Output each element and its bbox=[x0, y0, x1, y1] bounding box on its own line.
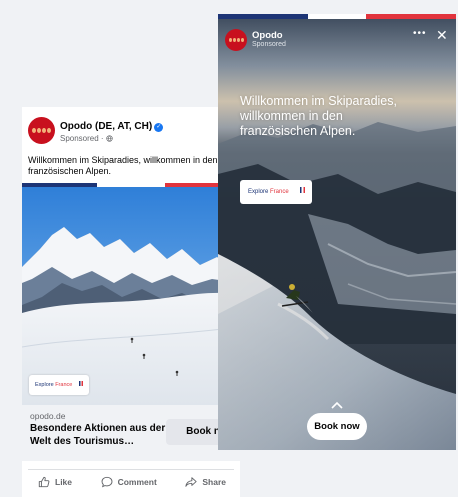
feed-post-card: Opodo (DE, AT, CH)✓ Sponsored · ••• Will… bbox=[22, 107, 240, 497]
post-header: Opodo (DE, AT, CH)✓ Sponsored · ••• bbox=[22, 107, 240, 151]
story-badge-france-text: France bbox=[270, 189, 289, 195]
like-label: Like bbox=[55, 476, 73, 487]
story-badge-explore-text: Explore bbox=[248, 189, 269, 195]
chevron-up-icon[interactable] bbox=[331, 401, 343, 409]
french-flag-icon bbox=[300, 187, 305, 193]
story-ski-image bbox=[218, 14, 456, 450]
opodo-logo-icon bbox=[228, 38, 244, 42]
page-name-row[interactable]: Opodo (DE, AT, CH) ✓ bbox=[60, 121, 164, 132]
like-icon bbox=[38, 476, 50, 487]
story-sponsored-label: Sponsored bbox=[252, 41, 286, 48]
french-flag-icon bbox=[79, 381, 83, 386]
share-label: Share bbox=[202, 476, 226, 487]
explore-france-badge: Explore France bbox=[29, 375, 89, 395]
comment-button[interactable]: Comment bbox=[101, 476, 157, 488]
action-bar: Like Comment Share bbox=[28, 469, 234, 493]
sponsored-label: Sponsored · bbox=[60, 134, 113, 143]
post-text: Willkommen im Skiparadies, willkommen in… bbox=[28, 155, 218, 176]
story-more-options-icon[interactable]: ••• bbox=[413, 28, 427, 39]
page-name[interactable]: Opodo (DE, AT, CH) bbox=[60, 121, 152, 132]
mountain-illustration bbox=[22, 187, 240, 405]
story-explore-france-badge: Explore France bbox=[240, 180, 312, 204]
globe-icon bbox=[106, 135, 113, 142]
story-text: Willkommen im Skiparadies, willkommen in… bbox=[240, 94, 397, 138]
badge-explore-text: Explore bbox=[35, 382, 54, 388]
comment-icon bbox=[101, 476, 113, 487]
close-icon[interactable]: ✕ bbox=[436, 28, 448, 42]
sponsored-text: Sponsored · bbox=[60, 134, 104, 143]
like-button[interactable]: Like bbox=[38, 476, 72, 488]
ad-image-mountains[interactable]: Explore France bbox=[22, 187, 240, 405]
opodo-logo-icon bbox=[32, 128, 51, 133]
share-icon bbox=[185, 476, 197, 487]
story-book-now-button[interactable]: Book now bbox=[307, 413, 367, 440]
story-ad[interactable]: Opodo Sponsored ••• ✕ Willkommen im Skip… bbox=[218, 14, 456, 450]
story-flag-stripe bbox=[218, 14, 456, 19]
link-headline[interactable]: Besondere Aktionen aus der Welt des Tour… bbox=[30, 422, 170, 448]
link-domain: opodo.de bbox=[30, 411, 66, 421]
link-preview[interactable]: opodo.de Besondere Aktionen aus der Welt… bbox=[22, 405, 240, 461]
comment-label: Comment bbox=[117, 476, 157, 487]
share-button[interactable]: Share bbox=[185, 476, 226, 488]
story-page-name[interactable]: Opodo bbox=[252, 30, 283, 41]
story-avatar[interactable] bbox=[225, 29, 247, 51]
badge-france-text: France bbox=[55, 382, 73, 388]
verified-icon: ✓ bbox=[154, 123, 164, 132]
avatar[interactable] bbox=[28, 117, 55, 144]
